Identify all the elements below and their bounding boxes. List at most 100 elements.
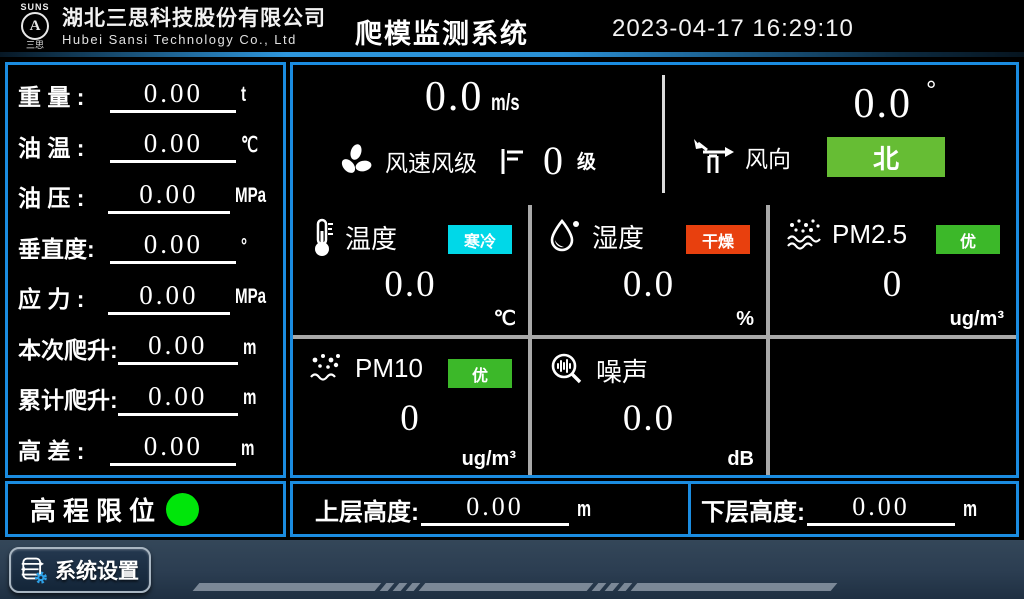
measurement-value: 0.00 bbox=[118, 330, 238, 365]
wind-direction-section: 0.0° 风向 北 bbox=[665, 65, 1016, 203]
wind-speed-value: 0.0 bbox=[425, 74, 484, 120]
sensor-name: 噪声 bbox=[596, 352, 648, 389]
level-heights-panel: 上层高度: 0.00 m 下层高度: 0.00 m bbox=[290, 481, 1019, 537]
sensor-cell-noise: 噪声 0.0 dB bbox=[532, 339, 766, 475]
sensor-name: 湿度 bbox=[592, 218, 644, 255]
lower-height-value: 0.00 bbox=[807, 492, 955, 526]
measurement-label: 累计爬升: bbox=[18, 381, 118, 415]
sensor-cell-humidity: 湿度 干燥 0.0 % bbox=[532, 205, 766, 335]
measurement-row-current-climb: 本次爬升: 0.00 m bbox=[18, 323, 275, 374]
logo-circle-icon: A bbox=[21, 12, 49, 40]
measurement-unit: ℃ bbox=[241, 133, 258, 158]
sensor-name: PM10 bbox=[355, 353, 423, 384]
wind-level-unit: 级 bbox=[577, 147, 596, 174]
environment-panel: 0.0 m/s 风速风级 bbox=[290, 62, 1019, 478]
sensor-unit: ug/m³ bbox=[462, 448, 516, 471]
lower-height-field: 下层高度: 0.00 m bbox=[701, 484, 983, 534]
measurement-value: 0.00 bbox=[110, 229, 236, 264]
company-name-cn: 湖北三思科技股份有限公司 bbox=[62, 6, 326, 31]
sensor-value: 0 bbox=[770, 263, 1016, 306]
page-title: 爬模监测系统 bbox=[355, 12, 529, 51]
wind-speed-label: 风速风级 bbox=[385, 144, 477, 178]
lower-height-label: 下层高度: bbox=[701, 492, 805, 527]
measurement-label: 重 量 : bbox=[18, 78, 110, 112]
upper-height-field: 上层高度: 0.00 m bbox=[315, 484, 597, 534]
datetime-display: 2023-04-17 16:29:10 bbox=[612, 15, 854, 43]
measurement-value: 0.00 bbox=[118, 381, 238, 416]
header: SUNS A 三思 湖北三思科技股份有限公司 Hubei Sansi Techn… bbox=[0, 0, 1024, 53]
measurement-unit: t bbox=[241, 83, 246, 107]
wind-vane-icon bbox=[693, 137, 735, 177]
fan-icon bbox=[337, 142, 375, 180]
measurement-unit: m bbox=[241, 437, 254, 461]
sensor-cell-pm10: PM10 优 0 ug/m³ bbox=[293, 339, 528, 475]
monitor-screen: SUNS A 三思 湖北三思科技股份有限公司 Hubei Sansi Techn… bbox=[0, 0, 1024, 599]
sensor-name: 温度 bbox=[345, 219, 397, 256]
upper-height-unit: m bbox=[577, 496, 591, 522]
elevation-limit-label: 高程限位 bbox=[30, 491, 162, 528]
logo-cn-text: 三思 bbox=[10, 40, 60, 51]
company-name-en: Hubei Sansi Technology Co., Ltd bbox=[62, 31, 326, 49]
measurement-value: 0.00 bbox=[108, 179, 230, 214]
measurement-value: 0.00 bbox=[110, 78, 236, 113]
elevation-limit-status-light bbox=[166, 493, 199, 526]
pm25-status-badge: 优 bbox=[936, 225, 1000, 254]
company-name: 湖北三思科技股份有限公司 Hubei Sansi Technology Co.,… bbox=[62, 6, 326, 49]
measurement-unit: MPa bbox=[235, 184, 266, 208]
humidity-status-badge: 干燥 bbox=[686, 225, 750, 254]
height-panel-divider bbox=[688, 484, 691, 534]
measurement-label: 油 压 : bbox=[18, 179, 108, 213]
measurement-row-total-climb: 累计爬升: 0.00 m bbox=[18, 373, 275, 424]
sensor-unit: % bbox=[736, 308, 754, 331]
header-divider bbox=[0, 52, 1024, 57]
particles-icon bbox=[786, 217, 822, 251]
sensor-value: 0.0 bbox=[293, 263, 528, 306]
wind-level-value: 0 bbox=[543, 137, 563, 184]
wind-speed-section: 0.0 m/s 风速风级 bbox=[293, 65, 663, 203]
system-settings-label: 系统设置 bbox=[55, 555, 139, 585]
sensor-unit: ug/m³ bbox=[950, 308, 1004, 331]
elevation-limit-panel: 高程限位 bbox=[5, 481, 286, 537]
wind-direction-value: 0.0 bbox=[854, 81, 913, 127]
sensor-value: 0 bbox=[293, 397, 528, 440]
company-logo: SUNS A 三思 bbox=[10, 2, 60, 51]
system-settings-button[interactable]: 系统设置 bbox=[9, 547, 151, 593]
sensor-unit: dB bbox=[727, 448, 754, 471]
pm10-status-badge: 优 bbox=[448, 359, 512, 388]
sensor-name: PM2.5 bbox=[832, 219, 907, 250]
measurement-value: 0.00 bbox=[108, 280, 230, 315]
wind-direction-label: 风向 bbox=[745, 140, 791, 174]
noise-icon bbox=[548, 351, 586, 389]
measurement-unit: ° bbox=[241, 235, 247, 259]
sensor-unit: ℃ bbox=[494, 306, 516, 331]
measurement-row-height-diff: 高 差 : 0.00 m bbox=[18, 424, 275, 475]
measurement-row-weight: 重 量 : 0.00 t bbox=[18, 70, 275, 121]
measurement-label: 本次爬升: bbox=[18, 331, 118, 365]
measurement-row-oil-pressure: 油 压 : 0.00 MPa bbox=[18, 171, 275, 222]
measurements-panel: 重 量 : 0.00 t 油 温 : 0.00 ℃ 油 压 : 0.00 MPa… bbox=[5, 62, 286, 478]
wind-direction-badge: 北 bbox=[827, 137, 945, 177]
thermometer-icon bbox=[309, 217, 335, 257]
wind-level-icon bbox=[499, 146, 525, 176]
lower-height-unit: m bbox=[963, 496, 977, 522]
measurement-label: 应 力 : bbox=[18, 280, 108, 314]
sensor-cell-pm25: PM2.5 优 0 ug/m³ bbox=[770, 205, 1016, 335]
measurement-row-verticality: 垂直度: 0.00 ° bbox=[18, 222, 275, 273]
measurement-value: 0.00 bbox=[110, 431, 236, 466]
measurement-row-stress: 应 力 : 0.00 MPa bbox=[18, 272, 275, 323]
sensor-value: 0.0 bbox=[532, 397, 766, 440]
wind-speed-unit: m/s bbox=[491, 89, 520, 116]
measurement-value: 0.00 bbox=[110, 128, 236, 163]
measurement-row-oil-temp: 油 温 : 0.00 ℃ bbox=[18, 121, 275, 172]
measurement-label: 高 差 : bbox=[18, 432, 110, 466]
logo-suns-text: SUNS bbox=[10, 2, 60, 12]
upper-height-value: 0.00 bbox=[421, 492, 569, 526]
sensor-value: 0.0 bbox=[532, 263, 766, 306]
measurement-unit: m bbox=[243, 386, 256, 410]
measurement-label: 垂直度: bbox=[18, 230, 110, 264]
sensor-cell-temperature: 温度 寒冷 0.0 ℃ bbox=[293, 205, 528, 335]
particles-icon bbox=[309, 351, 345, 385]
footer-bar: 系统设置 bbox=[0, 540, 1024, 599]
footer-decorative-stripe bbox=[196, 583, 834, 591]
temperature-status-badge: 寒冷 bbox=[448, 225, 512, 254]
